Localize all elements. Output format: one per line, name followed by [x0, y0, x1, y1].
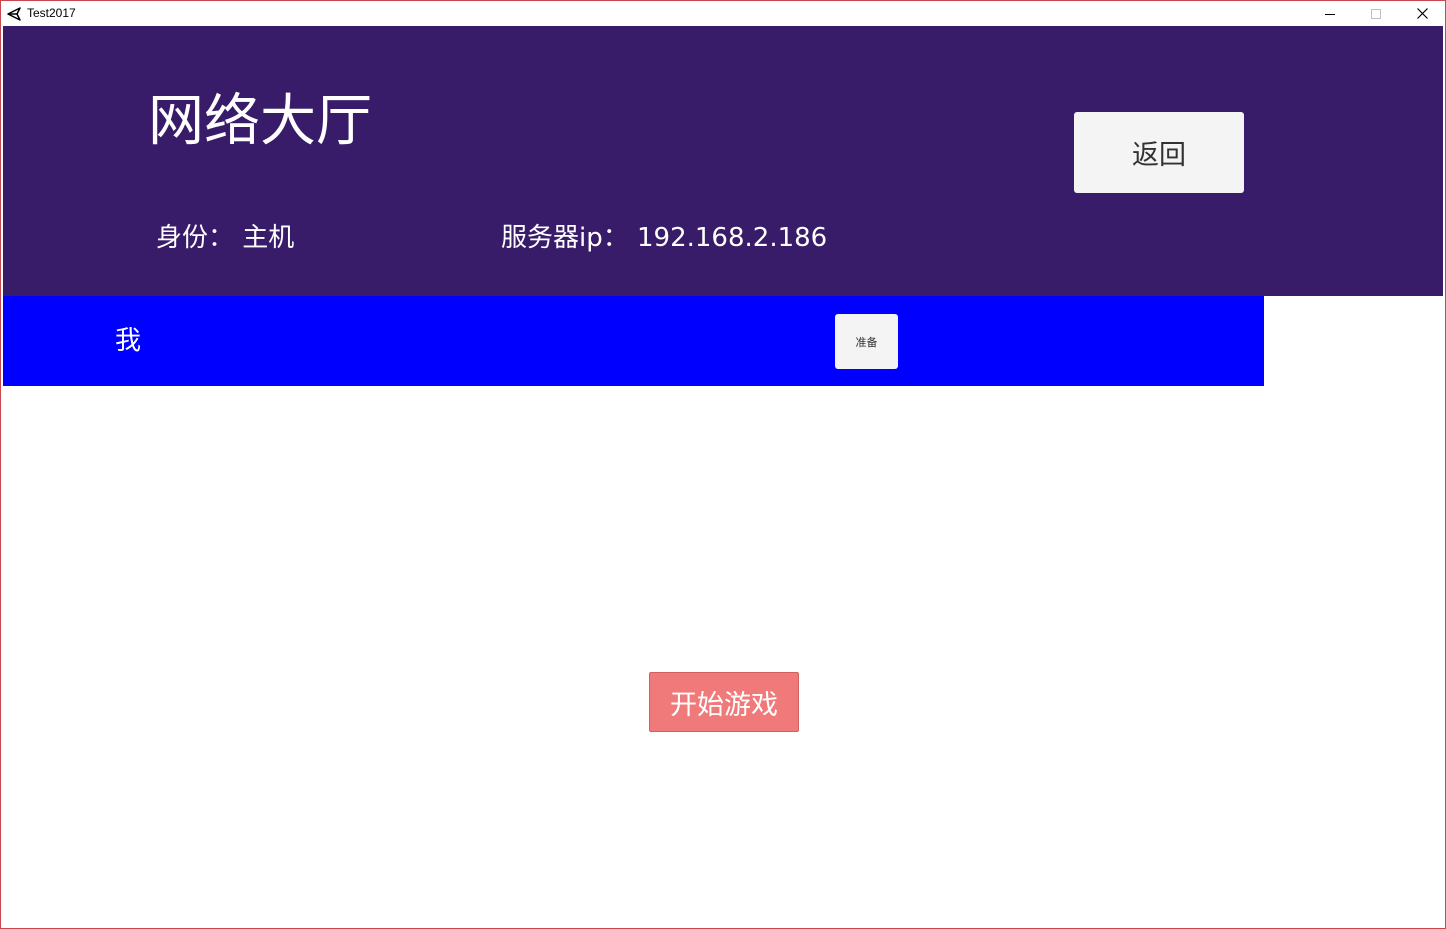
start-game-button[interactable]: 开始游戏 — [649, 672, 799, 732]
app-window: Test2017 网络大厅 返回 身份： 主机 服务器ip： 192.168.2… — [0, 0, 1446, 929]
lobby-screen: 网络大厅 返回 身份： 主机 服务器ip： 192.168.2.186 我 准备… — [3, 26, 1443, 926]
back-button[interactable]: 返回 — [1074, 112, 1244, 193]
minimize-button[interactable] — [1307, 1, 1353, 26]
player-name: 我 — [115, 326, 142, 356]
server-ip-label: 服务器ip： 192.168.2.186 — [501, 223, 828, 253]
close-icon — [1416, 4, 1428, 23]
lobby-header: 网络大厅 返回 身份： 主机 服务器ip： 192.168.2.186 — [3, 26, 1443, 296]
page-title: 网络大厅 — [148, 89, 372, 154]
unity-icon — [7, 6, 21, 21]
minimize-icon — [1325, 4, 1335, 23]
maximize-icon — [1371, 4, 1381, 23]
close-button[interactable] — [1399, 1, 1445, 26]
ready-button[interactable]: 准备 — [835, 314, 898, 369]
identity-label: 身份： 主机 — [156, 223, 295, 253]
title-bar[interactable]: Test2017 — [1, 1, 1445, 26]
window-title: Test2017 — [27, 6, 76, 20]
player-row: 我 准备 — [3, 296, 1264, 386]
maximize-button[interactable] — [1353, 1, 1399, 26]
